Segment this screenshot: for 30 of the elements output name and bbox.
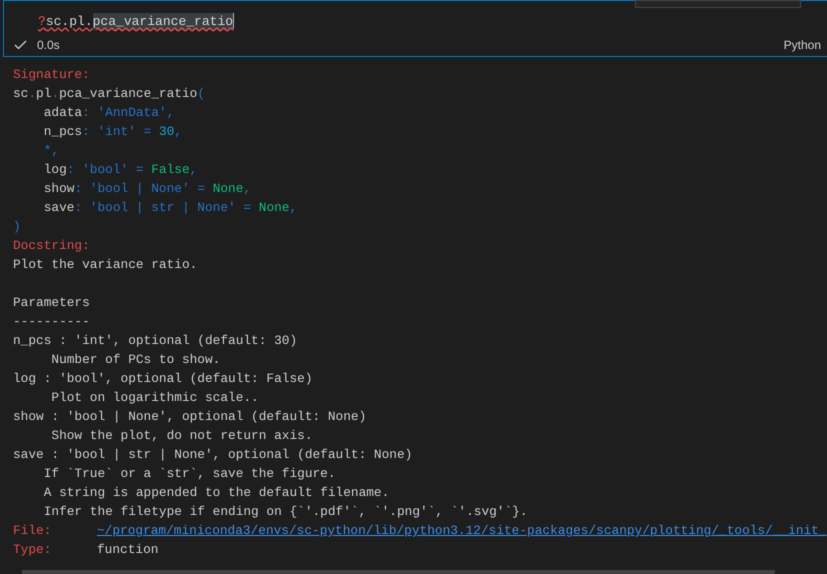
code-line: ) <box>13 219 21 234</box>
scrollbar[interactable] <box>22 570 775 574</box>
code-line: save: 'bool | str | None' = None, <box>42 200 298 215</box>
docstring-line: Plot on logarithmic scale.. <box>50 390 259 405</box>
field-label: File: <box>13 522 52 540</box>
code-line: sc.pl.pca_variance_ratio( <box>13 86 206 101</box>
docstring-line: ---------- <box>13 314 90 329</box>
docstring-line: Number of PCs to show. <box>50 352 220 367</box>
docstring-line: A string is appended to the default filename. <box>42 485 390 500</box>
section-label: Docstring: <box>13 238 90 253</box>
docstring-line: n_pcs : 'int', optional (default: 30) <box>13 333 298 348</box>
file-path-link[interactable]: ~/program/miniconda3/envs/sc-python/lib/python3.12/site-packages/scanpy/plotting/_tools/__init_ <box>97 521 827 540</box>
code-line: *, <box>42 143 60 158</box>
docstring-line: show : 'bool | None', optional (default: None) <box>13 409 366 424</box>
field-label: Type: <box>13 541 52 559</box>
docstring-line: save : 'bool | str | None', optional (default: None) <box>13 447 412 462</box>
code-line: adata: 'AnnData', <box>42 105 174 120</box>
code-line: log: 'bool' = False, <box>42 162 198 177</box>
docstring-line: Infer the filetype if ending on {`'.pdf'`, `'.png'`, `'.svg'`}. <box>42 504 528 519</box>
execution-time: 0.0s <box>37 37 60 54</box>
docstring-line: Parameters <box>13 295 90 310</box>
docstring-line: If `True` or a `str`, save the figure. <box>42 466 336 481</box>
code-line: show: 'bool | None' = None, <box>42 181 252 196</box>
docstring-line: Plot the variance ratio. <box>13 257 198 272</box>
docstring-line: Show the plot, do not return axis. <box>50 428 312 443</box>
docstring-line: log : 'bool', optional (default: False) <box>13 371 312 386</box>
language-label[interactable]: Python <box>784 36 821 54</box>
section-label: Signature: <box>13 67 90 82</box>
type-value: function <box>97 541 158 559</box>
code-line: n_pcs: 'int' = 30, <box>42 124 182 139</box>
